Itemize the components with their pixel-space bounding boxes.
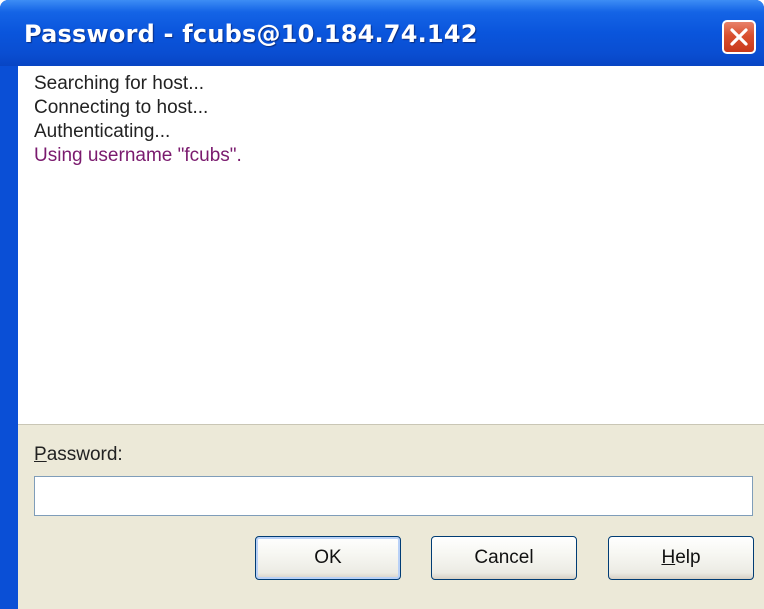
cancel-button[interactable]: Cancel bbox=[431, 536, 577, 580]
ok-button[interactable]: OK bbox=[255, 536, 401, 580]
window-title: Password - fcubs@10.184.74.142 bbox=[24, 20, 478, 48]
close-icon bbox=[730, 28, 748, 46]
title-bar[interactable]: Password - fcubs@10.184.74.142 bbox=[0, 0, 764, 66]
terminal-output: Searching for host... Connecting to host… bbox=[18, 66, 764, 424]
output-line: Connecting to host... bbox=[34, 97, 209, 118]
output-line: Authenticating... bbox=[34, 121, 171, 142]
help-button-text: elp bbox=[675, 547, 701, 568]
help-button[interactable]: Help bbox=[608, 536, 754, 580]
password-panel: Password: OK Cancel Help bbox=[18, 424, 764, 609]
password-input[interactable] bbox=[34, 476, 753, 516]
password-dialog: Password - fcubs@10.184.74.142 Searching… bbox=[0, 0, 764, 609]
password-label: Password: bbox=[34, 444, 123, 466]
output-line: Searching for host... bbox=[34, 73, 205, 94]
password-label-mnemonic: P bbox=[34, 444, 47, 465]
output-line-username: Using username "fcubs". bbox=[34, 145, 242, 166]
password-label-text: assword: bbox=[46, 444, 123, 465]
help-button-mnemonic: H bbox=[661, 547, 676, 568]
close-button[interactable] bbox=[722, 20, 756, 54]
